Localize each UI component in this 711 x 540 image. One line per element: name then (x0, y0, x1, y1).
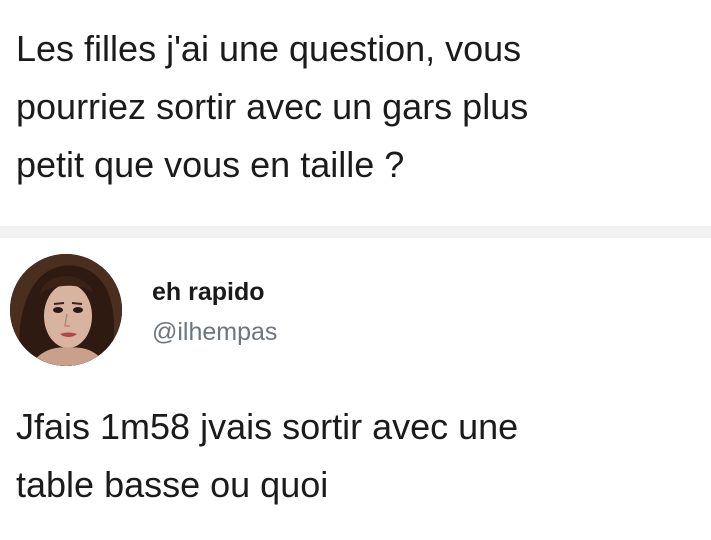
display-name[interactable]: eh rapido (152, 278, 265, 307)
question-text: Les filles j'ai une question, vous pourr… (16, 20, 696, 194)
post-divider (0, 226, 711, 238)
reply-line: Jfais 1m58 jvais sortir avec une (16, 406, 519, 447)
reply-text: Jfais 1m58 jvais sortir avec une table b… (16, 398, 696, 514)
question-line: pourriez sortir avec un gars plus (16, 86, 529, 127)
avatar[interactable] (10, 254, 122, 366)
question-line: Les filles j'ai une question, vous (16, 28, 522, 69)
user-handle[interactable]: @ilhempas (152, 318, 277, 347)
question-line: petit que vous en taille ? (16, 144, 405, 185)
profile-photo-avatar-icon (10, 254, 122, 366)
reply-line: table basse ou quoi (16, 464, 329, 505)
reply-tweet: eh rapido @ilhempas Jfais 1m58 jvais sor… (0, 238, 711, 540)
question-post: Les filles j'ai une question, vous pourr… (0, 0, 711, 226)
